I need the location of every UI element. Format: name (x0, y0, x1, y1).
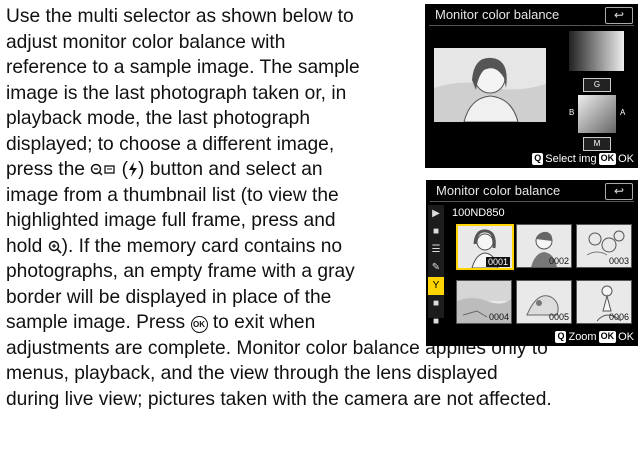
text-fragment: hold (6, 235, 43, 257)
tab-playback[interactable]: ▶ (428, 205, 444, 223)
color-balance-pad[interactable] (578, 95, 616, 133)
thumbnail-number: 0002 (548, 256, 569, 266)
thumbnail[interactable]: 0001 (456, 224, 514, 270)
text-fragment: sample image. Press (6, 312, 186, 333)
thumbnail-number: 0003 (608, 256, 629, 266)
tab-setup[interactable]: Y (428, 277, 444, 295)
screen-footer: Q Zoom OK OK (555, 331, 634, 343)
divider (430, 201, 634, 202)
camera-screen-color-balance: Monitor color balance ↩ G B A M Q Select… (425, 4, 638, 168)
thumbnail[interactable]: 0006 (576, 280, 632, 324)
magenta-button[interactable]: M (583, 137, 611, 151)
back-icon[interactable]: ↩ (605, 183, 633, 200)
thumbnail-number: 0006 (608, 312, 629, 322)
zoom-in-key-icon: Q (555, 331, 567, 343)
ok-button-icon: OK (190, 316, 208, 333)
amber-label: A (620, 108, 626, 117)
tab-custom-settings[interactable]: ✎ (428, 259, 444, 277)
footer-ok-label: OK (618, 153, 634, 165)
sample-image (434, 48, 546, 123)
thumbnail[interactable]: 0004 (456, 280, 512, 324)
divider (429, 25, 634, 26)
footer-ok-label: OK (618, 331, 634, 343)
text-fragment: ). If the memory card contains no (61, 235, 343, 257)
thumbnail[interactable]: 0002 (516, 224, 572, 268)
thumbnail[interactable]: 0005 (516, 280, 572, 324)
paren-close: ) (138, 159, 145, 180)
thumbnail-number: 0005 (548, 312, 569, 322)
magnify-minus-thumbnail-icon (90, 160, 116, 186)
ok-key-icon: OK (598, 331, 617, 343)
folder-label: 100ND850 (452, 207, 505, 219)
text-fragment: to exit when (212, 312, 316, 333)
tab-retouch[interactable]: ■ (428, 295, 444, 313)
menu-tabs: ▶ ■ ☰ ✎ Y ■ ■ (428, 205, 444, 327)
footer-zoom-label: Zoom (568, 331, 597, 343)
footer-select-label: Select img (545, 153, 597, 165)
green-button[interactable]: G (583, 78, 611, 92)
ok-key-icon: OK (598, 153, 617, 165)
blue-label: B (569, 108, 575, 117)
thumbnail-number: 0001 (485, 257, 510, 267)
text-line: menus, playback, and the view through th… (6, 363, 498, 384)
text-line: during live view; pictures taken with th… (6, 388, 552, 410)
brightness-gradient (569, 31, 624, 71)
text-fragment: press the (6, 159, 85, 180)
tab-movie-shooting[interactable]: ☰ (428, 241, 444, 259)
screen-title: Monitor color balance (435, 7, 560, 22)
zoom-out-key-icon: Q (532, 153, 544, 165)
tab-my-menu[interactable]: ■ (428, 313, 444, 331)
screen-title: Monitor color balance (436, 183, 561, 198)
text-fragment: button and select an (149, 159, 323, 180)
tab-photo-shooting[interactable]: ■ (428, 223, 444, 241)
screen-footer: Q Select img OK OK (532, 153, 634, 165)
camera-screen-thumbnails: Monitor color balance ↩ ▶ ■ ☰ ✎ Y ■ ■ 10… (426, 180, 638, 346)
thumbnail-number: 0004 (488, 312, 509, 322)
flash-icon (128, 160, 138, 186)
thumbnail[interactable]: 0003 (576, 224, 632, 268)
back-icon[interactable]: ↩ (605, 7, 633, 24)
